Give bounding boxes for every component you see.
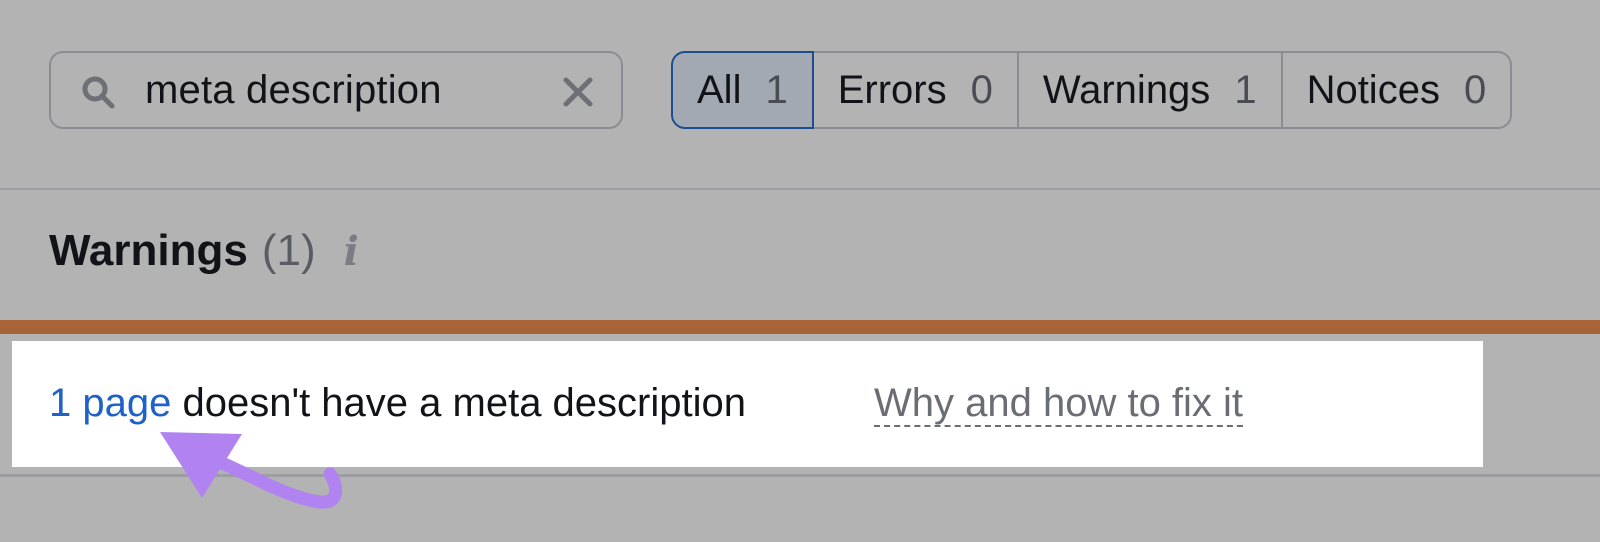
search-input[interactable]: meta description <box>49 51 623 129</box>
tab-count: 1 <box>765 67 788 112</box>
section-title: Warnings (1) i <box>49 226 359 276</box>
annotation-arrow-icon <box>160 432 343 509</box>
info-icon[interactable]: i <box>344 228 359 275</box>
tab-count: 0 <box>970 67 993 112</box>
affected-pages-link[interactable]: 1 page <box>49 381 171 425</box>
search-icon <box>82 76 115 109</box>
tab-label: All <box>697 67 742 112</box>
section-count: (1) <box>261 226 316 275</box>
tab-errors[interactable]: Errors 0 <box>813 51 1019 129</box>
tab-label: Errors <box>837 67 947 112</box>
issue-description: doesn't have a meta description <box>171 381 746 425</box>
issue-type-filter: All 1 Errors 0 Warnings 1 Notices 0 <box>671 51 1513 129</box>
tab-label: Warnings <box>1042 67 1211 112</box>
tab-notices[interactable]: Notices 0 <box>1282 51 1513 129</box>
warning-severity-bar <box>0 320 1600 334</box>
divider <box>0 188 1600 190</box>
tab-all[interactable]: All 1 <box>671 51 814 129</box>
section-title-text: Warnings <box>49 226 248 275</box>
tab-count: 0 <box>1463 67 1487 112</box>
tab-count: 1 <box>1234 67 1257 112</box>
why-and-how-to-fix-link[interactable]: Why and how to fix it <box>874 381 1244 427</box>
close-icon[interactable] <box>561 75 595 109</box>
search-value[interactable]: meta description <box>145 68 442 113</box>
tab-label: Notices <box>1306 67 1440 112</box>
tab-warnings[interactable]: Warnings 1 <box>1018 51 1283 129</box>
